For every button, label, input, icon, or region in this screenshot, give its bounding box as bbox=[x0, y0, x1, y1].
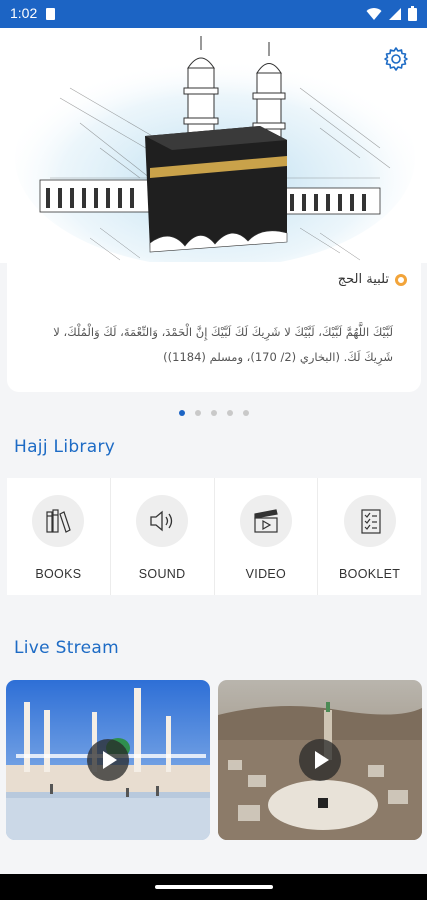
carousel-dot[interactable] bbox=[242, 410, 249, 416]
madinah-stream-thumbnail[interactable] bbox=[6, 680, 210, 840]
clapperboard-icon bbox=[239, 495, 292, 547]
play-icon[interactable] bbox=[299, 739, 341, 781]
status-time: 1:02 bbox=[10, 5, 38, 21]
carousel-dot[interactable] bbox=[210, 410, 217, 416]
system-navigation-bar bbox=[0, 874, 427, 900]
status-bar: 1:02 bbox=[0, 0, 427, 28]
system-icons bbox=[366, 6, 417, 21]
kaaba-illustration bbox=[15, 36, 415, 263]
talbiyah-text: لَبَّيْكَ اللَّهُمَّ لَبَّيْكَ، لَبَّيْك… bbox=[53, 325, 393, 364]
carousel-dot[interactable] bbox=[194, 410, 201, 416]
bullet-ring-icon bbox=[395, 273, 407, 286]
wifi-icon bbox=[366, 7, 382, 20]
library-books-label: BOOKS bbox=[35, 567, 82, 581]
library-sound-label: SOUND bbox=[138, 567, 186, 581]
talbiyah-title: تلبية الحج bbox=[337, 272, 389, 287]
makkah-stream-thumbnail[interactable] bbox=[218, 680, 422, 840]
play-icon[interactable] bbox=[87, 739, 129, 781]
library-video-label: VIDEO bbox=[245, 567, 287, 581]
carousel-dot[interactable] bbox=[178, 410, 185, 416]
library-booklet-button[interactable]: BOOKLET bbox=[318, 478, 421, 595]
books-icon bbox=[32, 495, 85, 547]
signal-icon bbox=[389, 7, 401, 20]
library-sound-button[interactable]: SOUND bbox=[111, 478, 215, 595]
carousel-dot[interactable] bbox=[226, 410, 233, 416]
talbiyah-title-row: تلبية الحج bbox=[338, 272, 407, 287]
checklist-icon bbox=[343, 495, 396, 547]
live-stream-title: Live Stream bbox=[14, 638, 119, 658]
hajj-library-grid: BOOKS SOUND VIDEO BOOKLET bbox=[7, 478, 421, 595]
home-gesture-handle[interactable] bbox=[155, 885, 273, 889]
library-video-button[interactable]: VIDEO bbox=[215, 478, 319, 595]
sim-card-icon bbox=[46, 8, 55, 20]
gear-icon[interactable] bbox=[383, 46, 409, 72]
speaker-icon bbox=[136, 495, 189, 547]
talbiyah-card[interactable]: تلبية الحج لَبَّيْكَ اللَّهُمَّ لَبَّيْك… bbox=[7, 262, 421, 392]
hajj-library-title: Hajj Library bbox=[14, 437, 116, 457]
library-books-button[interactable]: BOOKS bbox=[7, 478, 111, 595]
library-booklet-label: BOOKLET bbox=[339, 567, 401, 581]
battery-icon bbox=[408, 6, 417, 21]
hero-banner bbox=[0, 28, 427, 263]
carousel-indicator bbox=[0, 410, 427, 416]
